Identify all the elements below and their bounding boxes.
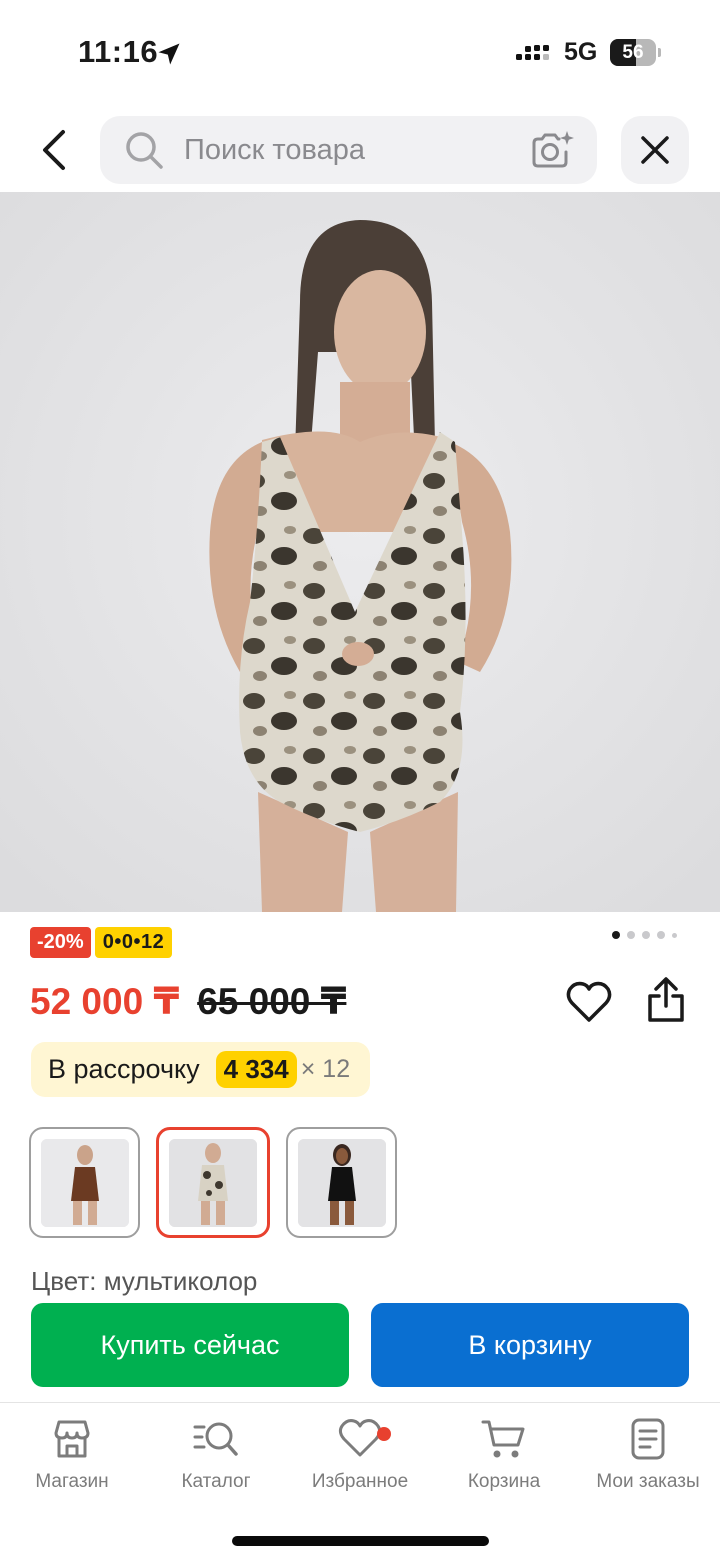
pager-dot: [657, 931, 665, 939]
color-label: Цвет: мультиколор: [31, 1266, 258, 1296]
catalog-search-icon: [193, 1422, 238, 1456]
discount-badge: -20%: [30, 927, 91, 958]
cart-icon: [481, 1420, 525, 1458]
network-type: 5G: [564, 38, 598, 66]
home-indicator: [232, 1536, 489, 1546]
search-input[interactable]: [184, 116, 514, 184]
product-photo[interactable]: [0, 192, 720, 912]
pager-dot: [642, 931, 650, 939]
buy-now-button[interactable]: Купить сейчас: [31, 1303, 349, 1387]
battery-level: 56: [622, 42, 644, 63]
heart-icon[interactable]: [566, 980, 612, 1024]
swimsuit-model-image: [0, 192, 720, 912]
tab-label: Магазин: [35, 1471, 109, 1492]
tab-cart[interactable]: Корзина: [432, 1417, 576, 1493]
installment-badge: 0•0•12: [94, 927, 173, 958]
installment-amount: 4 334: [215, 1051, 297, 1088]
battery-icon: 56: [610, 39, 661, 66]
pager-dot: [627, 931, 635, 939]
tab-favorites[interactable]: Избранное: [288, 1417, 432, 1493]
badges: -20% 0•0•12: [30, 927, 173, 958]
add-to-cart-button[interactable]: В корзину: [371, 1303, 689, 1387]
notification-dot: [377, 1427, 391, 1441]
tab-label: Мои заказы: [596, 1471, 700, 1492]
cellular-signal-icon: [516, 45, 549, 60]
location-arrow-icon: [158, 43, 180, 65]
tab-label: Каталог: [181, 1471, 251, 1492]
variant-black[interactable]: [286, 1127, 397, 1238]
price-current: 52 000 ₸: [30, 980, 180, 1022]
installment-chip[interactable]: В рассрочку 4 334 × 12: [31, 1042, 370, 1097]
color-variants: [29, 1127, 397, 1238]
orders-icon: [631, 1418, 665, 1460]
tab-label: Корзина: [467, 1471, 541, 1492]
photo-pager: [612, 931, 677, 939]
variant-image: [40, 1138, 129, 1227]
variant-brown[interactable]: [29, 1127, 140, 1238]
share-icon[interactable]: [643, 976, 689, 1024]
tab-label: Избранное: [311, 1471, 409, 1492]
status-time: 11:16: [78, 34, 159, 69]
price-old: 65 000 ₸: [197, 980, 347, 1022]
tab-store[interactable]: Магазин: [0, 1417, 144, 1493]
pager-dot: [612, 931, 620, 939]
search-box[interactable]: [100, 116, 597, 184]
close-icon: [641, 136, 669, 164]
close-button[interactable]: [621, 116, 689, 184]
tab-orders[interactable]: Мои заказы: [576, 1417, 720, 1493]
camera-search-icon[interactable]: [528, 130, 574, 170]
installment-multiplier: × 12: [300, 1055, 351, 1083]
status-bar: 11:16 5G 56: [0, 0, 720, 100]
top-bar: [0, 112, 720, 190]
store-icon: [54, 1420, 90, 1458]
back-button[interactable]: [24, 118, 84, 182]
tab-catalog[interactable]: Каталог: [144, 1417, 288, 1493]
variant-image: [297, 1138, 386, 1227]
price-row: 52 000 ₸ 65 000 ₸: [30, 976, 346, 1026]
variant-leopard[interactable]: [156, 1127, 270, 1238]
chevron-left-icon: [43, 130, 65, 170]
heart-icon: [338, 1419, 382, 1457]
pager-dot: [672, 932, 677, 938]
variant-image: [169, 1138, 257, 1227]
search-icon: [126, 132, 163, 169]
action-bar: Купить сейчас В корзину: [0, 1300, 720, 1400]
installment-label: В рассрочку: [48, 1054, 200, 1084]
